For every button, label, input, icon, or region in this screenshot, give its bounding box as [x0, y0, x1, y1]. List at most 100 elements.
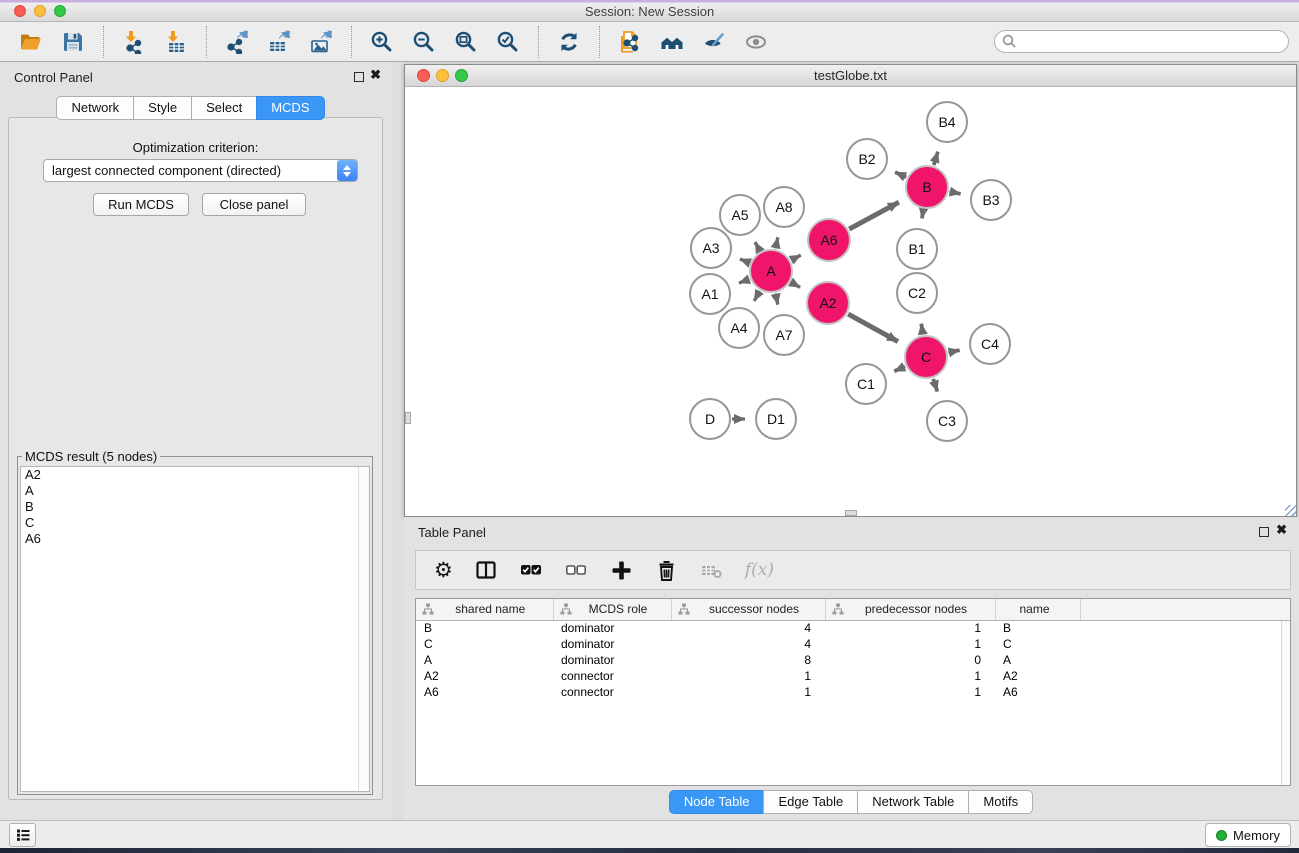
- edge-A-A6[interactable]: [791, 255, 800, 260]
- table-row[interactable]: A6connector11A6: [416, 684, 1290, 700]
- edge-A-A4[interactable]: [754, 291, 760, 301]
- save-session-icon[interactable]: [58, 27, 88, 57]
- edge-C-C1[interactable]: [894, 366, 905, 371]
- tab-network[interactable]: Network: [56, 96, 134, 120]
- edge-A-A5[interactable]: [755, 242, 760, 251]
- splitter-handle-left[interactable]: [405, 412, 411, 424]
- zoom-fit-icon[interactable]: [451, 27, 481, 57]
- node-B3[interactable]: B3: [971, 180, 1011, 220]
- edge-B-B2[interactable]: [895, 172, 906, 177]
- tab-mcds[interactable]: MCDS: [256, 96, 324, 120]
- cell-MCDS-role[interactable]: dominator: [553, 620, 671, 636]
- node-C2[interactable]: C2: [897, 273, 937, 313]
- node-B1[interactable]: B1: [897, 229, 937, 269]
- eye-icon[interactable]: [741, 27, 771, 57]
- node-A8[interactable]: A8: [764, 187, 804, 227]
- node-A[interactable]: A: [750, 250, 792, 292]
- houses-icon[interactable]: [657, 27, 687, 57]
- cell-predecessor-nodes[interactable]: 0: [825, 652, 995, 668]
- run-mcds-button[interactable]: Run MCDS: [93, 193, 189, 216]
- cell-shared-name[interactable]: A: [416, 652, 553, 668]
- cell-name[interactable]: A2: [995, 668, 1080, 684]
- cell-successor-nodes[interactable]: 8: [671, 652, 825, 668]
- tab-node-table[interactable]: Node Table: [669, 790, 765, 814]
- tab-network-table[interactable]: Network Table: [857, 790, 969, 814]
- zoom-in-icon[interactable]: [367, 27, 397, 57]
- close-window-button[interactable]: [14, 5, 26, 17]
- mcds-result-item[interactable]: C: [21, 515, 369, 531]
- zoom-window-button[interactable]: [54, 5, 66, 17]
- list-scrollbar[interactable]: [358, 467, 369, 791]
- edge-A-A3[interactable]: [740, 259, 750, 263]
- task-history-button[interactable]: [9, 823, 36, 847]
- cell-predecessor-nodes[interactable]: 1: [825, 684, 995, 700]
- node-C4[interactable]: C4: [970, 324, 1010, 364]
- cell-shared-name[interactable]: B: [416, 620, 553, 636]
- float-panel-icon[interactable]: [354, 72, 364, 82]
- minimize-window-button[interactable]: [34, 5, 46, 17]
- import-table-icon[interactable]: [161, 27, 191, 57]
- edge-C-C2[interactable]: [921, 324, 922, 335]
- table-close-panel-icon[interactable]: ✖: [1276, 522, 1287, 538]
- table-row[interactable]: Adominator80A: [416, 652, 1290, 668]
- cell-predecessor-nodes[interactable]: 1: [825, 636, 995, 652]
- edge-C-C3[interactable]: [933, 379, 937, 392]
- tab-edge-table[interactable]: Edge Table: [763, 790, 858, 814]
- cell-successor-nodes[interactable]: 1: [671, 668, 825, 684]
- search-input[interactable]: [994, 30, 1289, 53]
- node-A1[interactable]: A1: [690, 274, 730, 314]
- network-close-button[interactable]: [417, 69, 430, 82]
- node-C1[interactable]: C1: [846, 364, 886, 404]
- column-header-predecessor-nodes[interactable]: predecessor nodes: [825, 599, 995, 620]
- network-canvas[interactable]: AA1A2A3A4A5A6A7A8BB1B2B3B4CC1C2C3C4DD1: [405, 88, 1296, 516]
- cell-predecessor-nodes[interactable]: 1: [825, 668, 995, 684]
- export-image-icon[interactable]: [306, 27, 336, 57]
- cell-MCDS-role[interactable]: connector: [553, 684, 671, 700]
- node-A7[interactable]: A7: [764, 315, 804, 355]
- cell-shared-name[interactable]: A6: [416, 684, 553, 700]
- gear-icon[interactable]: ⚙: [434, 556, 453, 584]
- export-table-icon[interactable]: [264, 27, 294, 57]
- cell-predecessor-nodes[interactable]: 1: [825, 620, 995, 636]
- cell-name[interactable]: A: [995, 652, 1080, 668]
- edge-A-A1[interactable]: [739, 279, 749, 283]
- add-column-icon[interactable]: [610, 556, 633, 584]
- split-panel-icon[interactable]: [475, 556, 498, 584]
- edge-A-A2[interactable]: [791, 282, 800, 287]
- node-A6[interactable]: A6: [808, 219, 850, 261]
- node-A5[interactable]: A5: [720, 195, 760, 235]
- tab-motifs[interactable]: Motifs: [968, 790, 1033, 814]
- node-C3[interactable]: C3: [927, 401, 967, 441]
- table-scrollbar[interactable]: [1281, 621, 1290, 785]
- network-minimize-button[interactable]: [436, 69, 449, 82]
- export-network-icon[interactable]: [222, 27, 252, 57]
- node-A3[interactable]: A3: [691, 228, 731, 268]
- mcds-result-item[interactable]: A2: [21, 467, 369, 483]
- zoom-out-icon[interactable]: [409, 27, 439, 57]
- table-row[interactable]: Bdominator41B: [416, 620, 1290, 636]
- deselect-all-icon[interactable]: [565, 556, 588, 584]
- import-network-icon[interactable]: [119, 27, 149, 57]
- column-header-MCDS-role[interactable]: MCDS role: [553, 599, 671, 620]
- cell-shared-name[interactable]: C: [416, 636, 553, 652]
- mcds-result-item[interactable]: B: [21, 499, 369, 515]
- node-D1[interactable]: D1: [756, 399, 796, 439]
- column-header-successor-nodes[interactable]: successor nodes: [671, 599, 825, 620]
- column-header-name[interactable]: name: [995, 599, 1080, 620]
- table-float-panel-icon[interactable]: [1259, 527, 1269, 537]
- edge-B-B1[interactable]: [922, 210, 923, 219]
- edge-C-C4[interactable]: [949, 350, 960, 352]
- node-A4[interactable]: A4: [719, 308, 759, 348]
- node-C[interactable]: C: [905, 336, 947, 378]
- cell-MCDS-role[interactable]: dominator: [553, 636, 671, 652]
- select-all-icon[interactable]: [520, 556, 543, 584]
- close-panel-button[interactable]: Close panel: [202, 193, 306, 216]
- table-row[interactable]: A2connector11A2: [416, 668, 1290, 684]
- mcds-result-item[interactable]: A: [21, 483, 369, 499]
- delete-column-icon[interactable]: [655, 556, 678, 584]
- zoom-selected-icon[interactable]: [493, 27, 523, 57]
- cell-name[interactable]: B: [995, 620, 1080, 636]
- cell-name[interactable]: A6: [995, 684, 1080, 700]
- mcds-result-item[interactable]: A6: [21, 531, 369, 547]
- cell-successor-nodes[interactable]: 4: [671, 636, 825, 652]
